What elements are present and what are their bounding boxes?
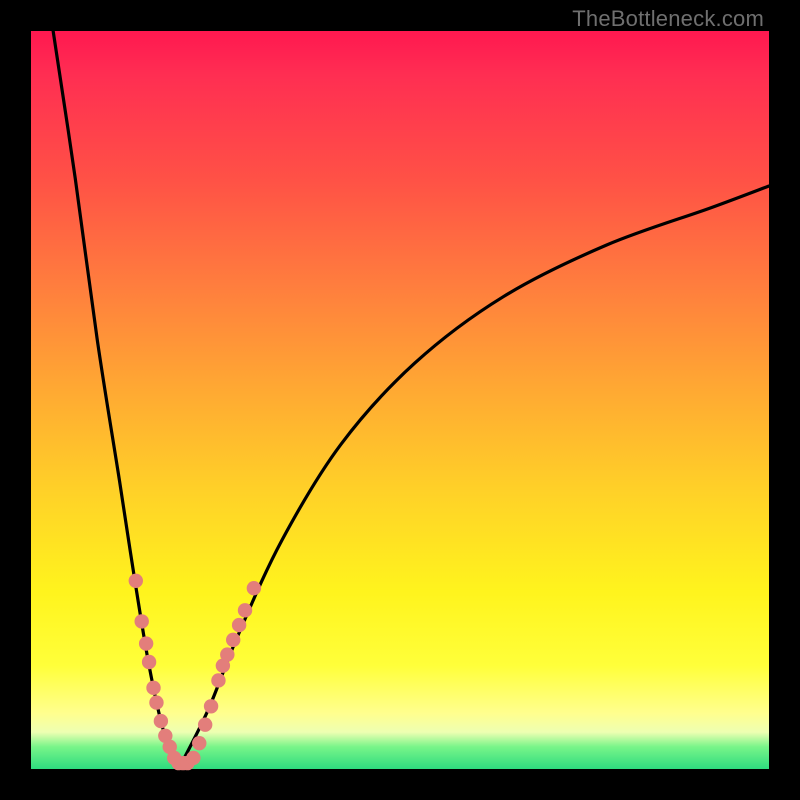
data-dot: [186, 751, 200, 765]
watermark-text: TheBottleneck.com: [572, 6, 764, 32]
chart-svg: [31, 31, 769, 769]
data-dot: [154, 714, 168, 728]
data-dot: [247, 581, 261, 595]
data-dot: [211, 673, 225, 687]
right-branch-curve: [179, 186, 769, 769]
data-dot: [192, 736, 206, 750]
data-dot: [142, 655, 156, 669]
dots-group: [129, 574, 261, 771]
data-dot: [226, 633, 240, 647]
data-dot: [139, 636, 153, 650]
data-dot: [204, 699, 218, 713]
data-dot: [220, 647, 234, 661]
data-dot: [129, 574, 143, 588]
data-dot: [135, 614, 149, 628]
data-dot: [198, 718, 212, 732]
data-dot: [238, 603, 252, 617]
outer-frame: TheBottleneck.com: [0, 0, 800, 800]
data-dot: [149, 695, 163, 709]
data-dot: [232, 618, 246, 632]
left-branch-curve: [53, 31, 178, 769]
data-dot: [146, 681, 160, 695]
curve-group: [53, 31, 769, 769]
